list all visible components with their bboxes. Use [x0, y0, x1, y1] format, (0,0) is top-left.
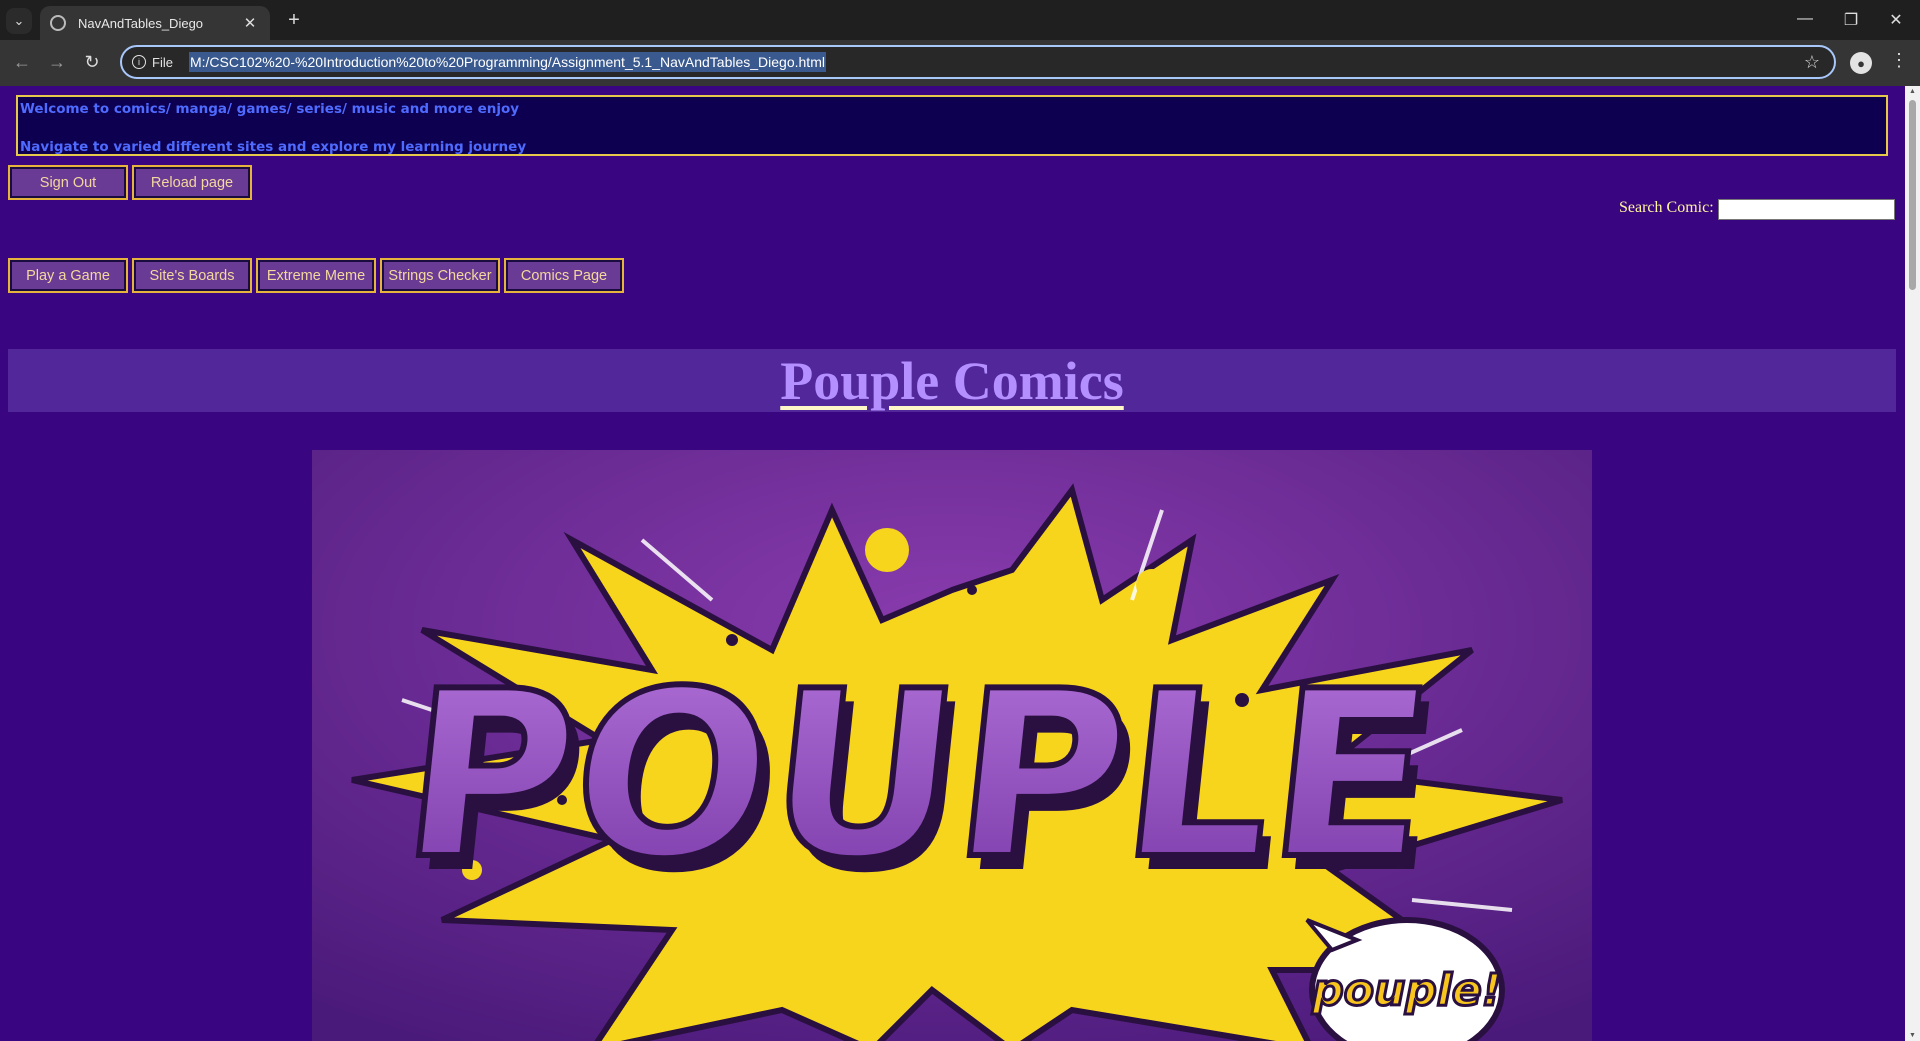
scroll-down-arrow-icon[interactable]: ▼: [1909, 1032, 1916, 1039]
kebab-menu-icon[interactable]: ⋮: [1890, 50, 1908, 71]
comic-explosion-graphic: POUPLE POUPLE pouple!: [312, 450, 1592, 1041]
info-icon: i: [132, 55, 146, 69]
reload-page-button[interactable]: Reload page: [132, 165, 252, 200]
bookmark-star-icon[interactable]: ☆: [1804, 52, 1820, 73]
welcome-line-1: Welcome to comics/ manga/ games/ series/…: [20, 101, 520, 117]
address-bar[interactable]: i File M:/CSC102%20-%20Introduction%20to…: [120, 45, 1836, 79]
browser-tab-bar: ⌄ NavAndTables_Diego ✕ + — ❐ ✕: [0, 0, 1920, 40]
nav-play-a-game-button[interactable]: Play a Game: [8, 258, 128, 293]
browser-tab[interactable]: NavAndTables_Diego ✕: [40, 6, 270, 40]
tab-search-chevron-icon[interactable]: ⌄: [6, 8, 32, 34]
tab-title: NavAndTables_Diego: [78, 15, 204, 31]
nav-extreme-meme-button[interactable]: Extreme Meme: [256, 258, 376, 293]
url-text[interactable]: M:/CSC102%20-%20Introduction%20to%20Prog…: [188, 52, 826, 72]
scrollbar-thumb[interactable]: [1909, 100, 1916, 290]
welcome-line-2: Navigate to varied different sites and e…: [20, 139, 527, 155]
site-info-chip[interactable]: i File: [132, 55, 173, 70]
pouple-headline: POUPLE: [392, 643, 1443, 910]
back-arrow-icon[interactable]: ←: [10, 52, 34, 73]
welcome-banner: Welcome to comics/ manga/ games/ series/…: [16, 95, 1888, 156]
globe-icon: [50, 15, 66, 31]
restore-icon[interactable]: ❐: [1836, 10, 1866, 30]
page-content: Welcome to comics/ manga/ games/ series/…: [0, 86, 1905, 1041]
reload-icon[interactable]: ↻: [80, 52, 104, 73]
window-close-icon[interactable]: ✕: [1881, 10, 1911, 30]
page-scrollbar[interactable]: ▲ ▼: [1905, 86, 1920, 1041]
browser-toolbar: ← → ↻ i File M:/CSC102%20-%20Introductio…: [0, 40, 1920, 86]
nav-comics-page-button[interactable]: Comics Page: [504, 258, 624, 293]
nav-sites-boards-button[interactable]: Site's Boards: [132, 258, 252, 293]
speech-bubble-text: pouple!: [1311, 965, 1502, 1016]
minimize-icon[interactable]: —: [1790, 10, 1820, 28]
site-chip-label: File: [152, 54, 173, 70]
sign-out-button[interactable]: Sign Out: [8, 165, 128, 200]
page-title-link[interactable]: Pouple Comics: [780, 350, 1124, 412]
page-title-bar: Pouple Comics: [8, 349, 1896, 412]
close-tab-icon[interactable]: ✕: [240, 14, 260, 32]
pouple-hero-image: POUPLE POUPLE pouple!: [312, 450, 1592, 1041]
search-comic-input[interactable]: [1718, 199, 1895, 220]
nav-strings-checker-button[interactable]: Strings Checker: [380, 258, 500, 293]
forward-arrow-icon[interactable]: →: [45, 52, 69, 73]
search-comic-label: Search Comic:: [1619, 199, 1714, 216]
profile-avatar-icon[interactable]: ●: [1850, 52, 1872, 74]
scroll-up-arrow-icon[interactable]: ▲: [1909, 88, 1916, 95]
new-tab-plus-icon[interactable]: +: [282, 9, 306, 32]
